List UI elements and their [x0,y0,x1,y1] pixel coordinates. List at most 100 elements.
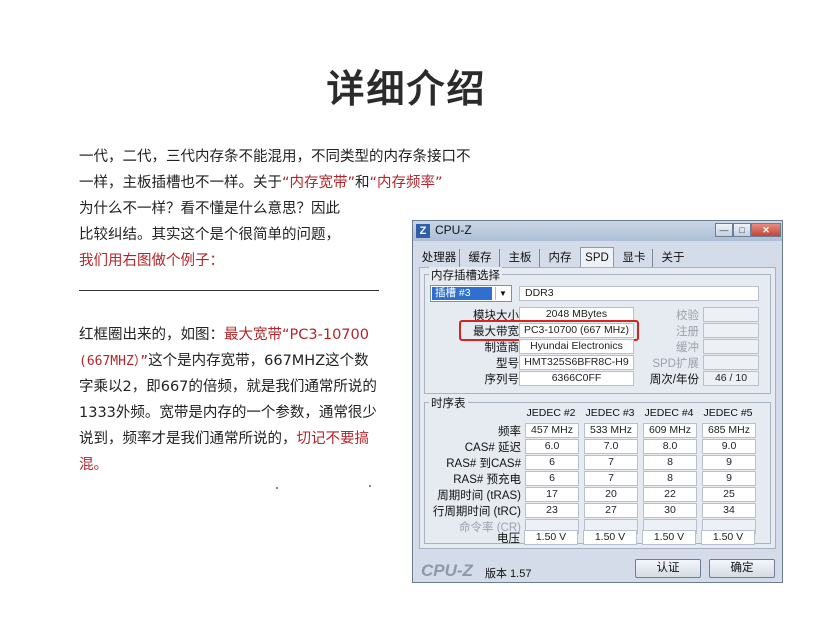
timing-cell: 6.0 [525,439,579,454]
manufacturer-label: 制造商 [484,342,520,354]
timing-cell: 457 MHz [525,423,579,438]
spd-ext-field [703,355,759,370]
explain-line-1-text: 红框圈出来的，如图： [79,327,224,343]
intro-line-1: 一代，二代，三代内存条不能混用，不同类型的内存条接口不 [79,149,471,165]
correction-label: 校验 [676,310,699,322]
buffered-label: 缓冲 [676,342,699,354]
timings-group: 时序表 JEDEC #2 JEDEC #3 JEDEC #4 JEDEC #5 … [424,395,771,544]
timing-row-label: CAS# 延迟 [464,442,521,454]
minimize-button[interactable]: — [715,223,733,237]
divider-line [79,290,379,291]
explain-line-5-text: 说到，频率才是我们通常所说的， [79,431,297,447]
validate-button[interactable]: 认证 [635,559,701,578]
timing-row-label: 周期时间 (tRAS) [437,490,521,502]
tab-memory[interactable]: 内存 [541,249,579,267]
timing-col-jedec5: JEDEC #5 [703,407,753,419]
manufacturer-field: Hyundai Electronics [519,339,634,354]
explain-paragraph: 红框圈出来的，如图：最大宽带“PC3-10700 (667MHZ）”这个是内存宽… [79,322,409,478]
serial-field: 6366C0FF [519,371,634,386]
chevron-down-icon[interactable]: ▼ [495,287,510,300]
timing-row-label: 频率 [498,426,521,438]
timing-cell: 30 [643,503,697,518]
timing-col-jedec2: JEDEC #2 [526,407,576,419]
intro-line-2-text: 一样，主板插槽也不一样。关于 [79,175,282,191]
timing-cell: 533 MHz [584,423,638,438]
spd-ext-label: SPD扩展 [652,358,699,370]
cpuz-app-icon: Z [416,224,430,238]
timing-cell: 8 [643,455,697,470]
timing-cell: 1.50 V [642,530,696,545]
timing-cell: 609 MHz [643,423,697,438]
timing-cell: 23 [525,503,579,518]
buffered-field [703,339,759,354]
slot-group-title: 内存插槽选择 [429,267,502,283]
highlight-bandwidth: “内存宽带” [282,175,356,191]
page-title: 详细介绍 [326,67,487,111]
tab-cache[interactable]: 缓存 [461,249,500,267]
intro-line-3: 为什么不一样？看不懂是什么意思？因此 [79,201,340,217]
memory-type-field: DDR3 [519,286,759,301]
registered-field [703,323,759,338]
tab-cpu[interactable]: 处理器 [419,249,460,267]
explain-highlight-2: (667MHZ）” [79,354,149,369]
tab-mainboard[interactable]: 主板 [501,249,540,267]
dust-speck [276,487,278,489]
timing-cell: 8.0 [643,439,697,454]
window-titlebar[interactable]: Z CPU-Z — □ ✕ [413,221,782,241]
window-title: CPU-Z [435,223,472,237]
explain-line-2: (667MHZ）”这个是内存宽带，667MHZ这个数 [79,348,409,374]
highlight-frequency: “内存频率” [369,175,443,191]
timing-row-label: RAS# 到CAS# [446,458,521,470]
close-button[interactable]: ✕ [751,223,781,237]
version-label: 版本 1.57 [485,568,532,580]
timing-cell: 34 [702,503,756,518]
tab-about[interactable]: 关于 [655,249,691,267]
model-field: HMT325S6BFR8C-H9 [519,355,634,370]
timing-cell: 1.50 V [583,530,637,545]
timing-row-label: 电压 [497,533,520,545]
intro-line-2-and: 和 [355,175,370,191]
correction-field [703,307,759,322]
week-year-field: 46 / 10 [703,371,759,386]
explain-line-5: 说到，频率才是我们通常所说的，切记不要搞 [79,426,409,452]
explain-highlight-1: 最大宽带“PC3-10700 [224,327,369,343]
timing-cell: 9 [702,455,756,470]
timing-col-jedec4: JEDEC #4 [644,407,694,419]
timings-group-title: 时序表 [429,395,468,411]
slot-select[interactable]: 插槽 #3 ▼ [430,285,512,302]
timing-cell: 1.50 V [524,530,578,545]
timing-cell: 7.0 [584,439,638,454]
timing-cell: 1.50 V [701,530,755,545]
slot-select-value: 插槽 #3 [432,287,492,300]
timing-cell: 22 [643,487,697,502]
timing-row-label: 行周期时间 (tRC) [432,506,521,518]
model-label: 型号 [496,358,519,370]
explain-line-4: 1333外频。宽带是内存的一个参数，通常很少 [79,405,377,421]
timing-cell: 7 [584,455,638,470]
timing-cell: 20 [584,487,638,502]
timing-col-jedec3: JEDEC #3 [585,407,635,419]
week-year-label: 周次/年份 [649,374,699,386]
cpuz-window: Z CPU-Z — □ ✕ 处理器 缓存 主板 内存 SPD 显卡 关于 内存插… [412,220,783,583]
timing-cell: 9 [702,471,756,486]
slot-group: 内存插槽选择 插槽 #3 ▼ DDR3 模块大小 2048 MBytes 校验 … [424,267,771,394]
intro-line-2: 一样，主板插槽也不一样。关于“内存宽带”和“内存频率” [79,170,519,196]
timing-cell: 27 [584,503,638,518]
timing-cell: 6 [525,471,579,486]
cpuz-logo: CPU-Z [421,561,473,580]
spd-panel: 内存插槽选择 插槽 #3 ▼ DDR3 模块大小 2048 MBytes 校验 … [419,267,776,549]
ok-button[interactable]: 确定 [709,559,775,578]
maximize-button[interactable]: □ [733,223,751,237]
timing-cell: 25 [702,487,756,502]
bandwidth-highlight-box [459,320,639,341]
tab-graphics[interactable]: 显卡 [616,249,653,267]
timing-cell: 9.0 [702,439,756,454]
serial-label: 序列号 [484,374,520,386]
timing-cell: 6 [525,455,579,470]
registered-label: 注册 [676,326,699,338]
tab-spd[interactable]: SPD [580,247,614,268]
timing-cell: 685 MHz [702,423,756,438]
explain-line-1: 红框圈出来的，如图：最大宽带“PC3-10700 [79,322,409,348]
dust-speck [369,485,371,487]
timing-cell: 7 [584,471,638,486]
